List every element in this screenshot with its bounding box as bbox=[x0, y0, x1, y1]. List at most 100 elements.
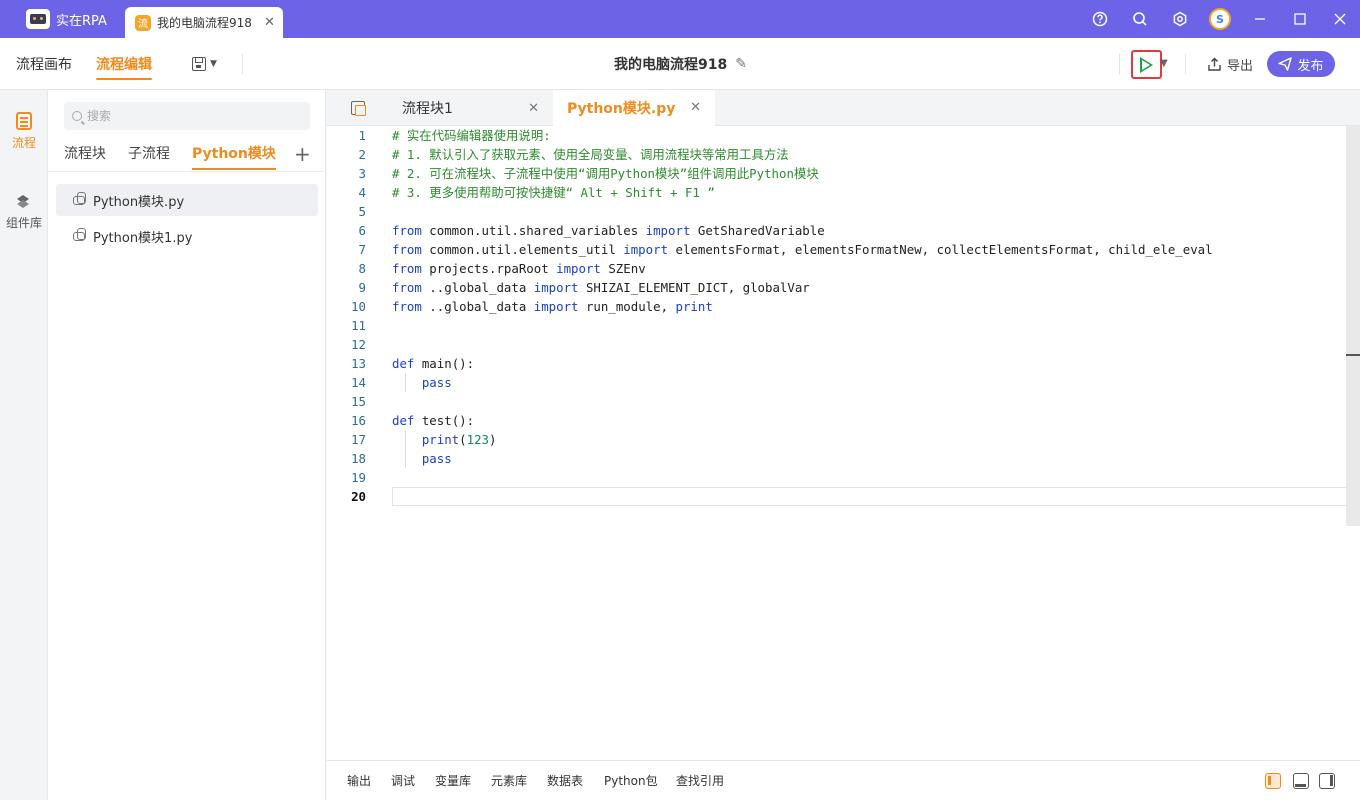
code-token: from bbox=[392, 280, 422, 295]
search-icon bbox=[72, 111, 82, 121]
line-number: 20 bbox=[351, 489, 366, 504]
panel-tabs: 流程块 子流程 Python模块 bbox=[64, 140, 298, 170]
export-button[interactable]: 导出 bbox=[1207, 54, 1253, 74]
editor-tab-python-module[interactable]: Python模块.py ✕ bbox=[553, 90, 715, 126]
export-label: 导出 bbox=[1227, 58, 1254, 74]
add-icon[interactable]: + bbox=[294, 140, 311, 168]
play-icon bbox=[1139, 56, 1154, 73]
app-logo-icon bbox=[26, 9, 50, 29]
line-number: 10 bbox=[351, 299, 366, 314]
publish-button[interactable]: 发布 bbox=[1267, 51, 1335, 77]
code-token: ) bbox=[489, 432, 497, 447]
tab-flow-canvas[interactable]: 流程画布 bbox=[16, 38, 72, 90]
line-number: 5 bbox=[358, 204, 366, 219]
maximize-icon[interactable] bbox=[1280, 0, 1320, 38]
python-file-icon bbox=[73, 228, 89, 244]
code-line: from common.util.elements_util import el… bbox=[392, 240, 1213, 259]
divider bbox=[1185, 54, 1186, 74]
code-token: # 实在代码编辑器使用说明: bbox=[392, 128, 551, 143]
app-home-tab[interactable]: 实在RPA bbox=[0, 0, 119, 38]
search-input[interactable] bbox=[87, 109, 302, 123]
save-button[interactable]: ▼ bbox=[192, 54, 217, 74]
code-token: elementsFormat, elementsFormatNew, colle… bbox=[668, 242, 1213, 257]
minimize-icon[interactable] bbox=[1240, 0, 1280, 38]
rail-item-flow[interactable]: 流程 bbox=[0, 112, 48, 151]
pencil-icon[interactable]: ✎ bbox=[735, 56, 747, 72]
tab-debug[interactable]: 调试 bbox=[391, 761, 415, 800]
layout-left-panel-icon[interactable] bbox=[1265, 773, 1281, 789]
close-icon[interactable]: ✕ bbox=[690, 100, 701, 115]
rail-item-label: 组件库 bbox=[5, 216, 42, 230]
tab-output[interactable]: 输出 bbox=[347, 761, 371, 800]
save-icon bbox=[192, 57, 206, 71]
code-token: common.util.shared_variables bbox=[421, 223, 646, 238]
line-number: 14 bbox=[351, 375, 366, 390]
code-token: from bbox=[392, 242, 422, 257]
line-number: 13 bbox=[351, 356, 366, 371]
tab-python-modules[interactable]: Python模块 bbox=[192, 140, 276, 170]
editor-tab-flow-block[interactable]: 流程块1 ✕ bbox=[388, 90, 553, 126]
line-number: 1 bbox=[358, 128, 366, 143]
main-toolbar: 流程画布 流程编辑 ▼ 我的电脑流程918 ✎ ▼ 导出 发布 bbox=[0, 38, 1360, 90]
code-token: from bbox=[392, 223, 422, 238]
search-icon[interactable] bbox=[1120, 0, 1160, 38]
code-token: ..global_data bbox=[421, 280, 534, 295]
scrollbar-thumb[interactable] bbox=[1346, 354, 1360, 356]
code-token: pass bbox=[421, 451, 452, 466]
left-rail: 流程 组件库 bbox=[0, 90, 48, 800]
tab-python-packages[interactable]: Python包 bbox=[604, 761, 658, 800]
tab-variables[interactable]: 变量库 bbox=[435, 761, 471, 800]
close-icon[interactable]: ✕ bbox=[528, 101, 539, 116]
code-editor[interactable]: 1 2 3 4 5 6 7 8 9 10 11 12 13 14 15 16 17 18 19 20 # 实在代码编辑… bbox=[327, 126, 1360, 760]
document-tab[interactable]: 流 我的电脑流程918 ✕ bbox=[124, 7, 283, 38]
tab-datatable[interactable]: 数据表 bbox=[547, 761, 583, 800]
code-line: from projects.rpaRoot import SZEnv bbox=[392, 259, 646, 278]
bottom-panel-bar: 输出 调试 变量库 元素库 数据表 Python包 查找引用 bbox=[327, 760, 1360, 800]
tab-find-references[interactable]: 查找引用 bbox=[676, 761, 724, 800]
rail-item-component-library[interactable]: 组件库 bbox=[0, 194, 48, 231]
user-avatar[interactable]: S bbox=[1200, 0, 1240, 38]
layout-right-panel-icon[interactable] bbox=[1319, 773, 1335, 789]
code-token: ( bbox=[459, 432, 467, 447]
code-token: def bbox=[392, 413, 415, 428]
tab-flow-blocks[interactable]: 流程块 bbox=[64, 140, 106, 170]
line-number: 7 bbox=[358, 242, 366, 257]
code-line: # 实在代码编辑器使用说明: bbox=[392, 126, 551, 145]
export-icon bbox=[1208, 57, 1221, 71]
code-line: # 2. 可在流程块、子流程中使用“调用Python模块”组件调用此Python… bbox=[392, 164, 819, 183]
rail-item-label: 流程 bbox=[11, 136, 36, 150]
code-token: test(): bbox=[414, 413, 475, 428]
help-icon[interactable] bbox=[1080, 0, 1120, 38]
file-name: Python模块.py bbox=[93, 194, 185, 210]
run-options-chevron-icon[interactable]: ▼ bbox=[1160, 58, 1168, 69]
code-token: main(): bbox=[414, 356, 475, 371]
code-line: from common.util.shared_variables import… bbox=[392, 221, 825, 240]
file-item[interactable]: Python模块1.py bbox=[56, 220, 318, 252]
flow-doc-icon: 流 bbox=[134, 14, 151, 31]
copy-tabs-icon[interactable] bbox=[351, 101, 366, 116]
code-token: run_module, bbox=[578, 299, 676, 314]
window-close-icon[interactable] bbox=[1320, 0, 1360, 38]
close-icon[interactable]: ✕ bbox=[264, 15, 275, 30]
vertical-scrollbar[interactable] bbox=[1346, 126, 1360, 526]
layout-bottom-panel-icon[interactable] bbox=[1293, 773, 1309, 789]
list-icon bbox=[16, 112, 32, 130]
send-icon bbox=[1278, 57, 1293, 71]
file-item[interactable]: Python模块.py bbox=[56, 184, 318, 216]
code-token: GetSharedVariable bbox=[690, 223, 825, 238]
tab-subflows[interactable]: 子流程 bbox=[128, 140, 170, 170]
run-button[interactable] bbox=[1131, 50, 1162, 79]
tab-elements[interactable]: 元素库 bbox=[491, 761, 527, 800]
file-name: Python模块1.py bbox=[93, 230, 193, 246]
line-number: 6 bbox=[358, 223, 366, 238]
title-bar: 实在RPA 流 我的电脑流程918 ✕ S bbox=[0, 0, 1360, 38]
search-box[interactable] bbox=[64, 102, 310, 130]
gear-icon[interactable] bbox=[1160, 0, 1200, 38]
chevron-down-icon: ▼ bbox=[210, 59, 217, 69]
code-token: ..global_data bbox=[421, 299, 534, 314]
line-number: 3 bbox=[358, 166, 366, 181]
line-number: 4 bbox=[358, 185, 366, 200]
code-line: print(123) bbox=[392, 430, 497, 449]
tab-flow-edit[interactable]: 流程编辑 bbox=[82, 38, 166, 90]
line-number: 11 bbox=[351, 318, 366, 333]
